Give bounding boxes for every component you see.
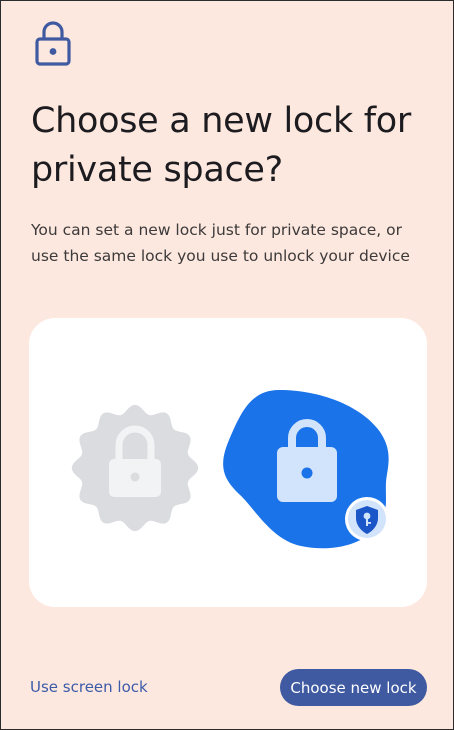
choose-new-lock-button[interactable]: Choose new lock — [280, 669, 427, 706]
setup-screen: Choose a new lock for private space? You… — [0, 0, 454, 730]
use-screen-lock-button[interactable]: Use screen lock — [30, 674, 148, 700]
lock-icon — [35, 21, 71, 66]
page-description: You can set a new lock just for private … — [31, 221, 410, 265]
page-title: Choose a new lock for private space? — [31, 101, 411, 190]
key-shield-icon — [345, 497, 389, 541]
screen-lock-illustration — [71, 404, 199, 532]
lock-illustration — [29, 318, 427, 607]
private-space-lock-illustration — [223, 390, 389, 549]
